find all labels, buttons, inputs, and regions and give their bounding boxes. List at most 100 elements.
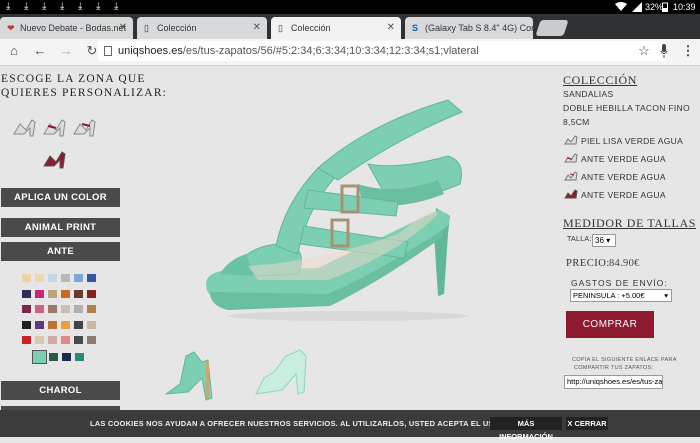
color-swatch[interactable]	[87, 305, 96, 313]
download-icon: ⤓	[78, 1, 83, 12]
size-guide-link[interactable]: MEDIDOR DE TALLAS	[563, 216, 696, 231]
shipping-select[interactable]: PENINSULA : +5.00€ ▾	[570, 289, 672, 302]
charol-button[interactable]: CHAROL	[1, 381, 120, 400]
browser-toolbar: ⌂ ← → ↻ uniqshoes.es/es/tus-zapatos/56/#…	[0, 39, 700, 66]
download-icon: ⤓	[60, 1, 65, 12]
color-swatch[interactable]	[61, 289, 70, 298]
shoe-icon	[564, 153, 578, 163]
color-swatch[interactable]	[22, 305, 31, 313]
color-swatch[interactable]	[48, 289, 57, 298]
close-cookie-button[interactable]: X CERRAR	[566, 417, 608, 430]
clock: 10:39	[673, 2, 696, 12]
product-heel-height: 8,5CM	[563, 117, 590, 127]
color-swatch[interactable]	[61, 336, 70, 344]
shoe-view-thumbnail[interactable]	[252, 344, 314, 402]
browser-tab[interactable]: ❤ Nuevo Debate - Bodas.net ✕	[0, 17, 133, 39]
more-info-button[interactable]: MÁS INFORMACIÓN	[490, 417, 562, 441]
color-swatch[interactable]	[22, 289, 31, 298]
web-page: ESCOGE LA ZONA QUE QUIERES PERSONALIZAR:…	[0, 66, 700, 437]
product-name: DOBLE HEBILLA TACON FINO	[563, 103, 690, 113]
color-swatch[interactable]	[35, 336, 44, 344]
color-swatch[interactable]	[48, 305, 57, 313]
share-instruction: COPIA EL SIGUIENTE ENLACE PARA	[572, 357, 677, 363]
back-icon[interactable]: ←	[32, 43, 48, 59]
microphone-icon[interactable]	[660, 44, 668, 58]
material-item: ANTE VERDE AGUA	[581, 190, 666, 200]
customizer-heading: ESCOGE LA ZONA QUE QUIERES PERSONALIZAR:	[1, 73, 168, 99]
color-swatch[interactable]	[74, 274, 83, 282]
material-item: ANTE VERDE AGUA	[581, 172, 666, 182]
menu-icon[interactable]: ⋮	[680, 43, 696, 59]
samsung-icon: S	[412, 23, 419, 33]
color-swatch[interactable]	[48, 336, 57, 344]
color-swatch[interactable]	[87, 320, 96, 329]
zone-thumbnail[interactable]	[12, 116, 38, 140]
forward-icon[interactable]: →	[58, 43, 74, 59]
color-swatch[interactable]	[87, 289, 96, 298]
cookie-banner: LAS COOKIES NOS AYUDAN A OFRECER NUESTRO…	[0, 410, 700, 441]
zone-thumbnail[interactable]	[72, 116, 98, 140]
size-label: TALLA:	[567, 236, 592, 243]
color-swatch[interactable]	[48, 320, 57, 329]
status-bar: ⤓ ⤓ ⤓ ⤓ ⤓ ⤓ ⤓ 32% 10:39	[0, 0, 700, 14]
tab-title: Colección	[291, 23, 331, 33]
download-icon: ⤓	[96, 1, 101, 12]
url-text[interactable]: uniqshoes.es/es/tus-zapatos/56/#5:2:34;6…	[118, 44, 479, 58]
shoe-view-thumbnail[interactable]	[162, 342, 218, 404]
battery-percent: 32%	[645, 2, 664, 12]
color-swatch[interactable]	[35, 274, 44, 282]
collection-heading[interactable]: COLECCIÓN	[563, 73, 637, 88]
close-icon[interactable]: ✕	[253, 17, 261, 39]
color-swatch[interactable]	[62, 353, 71, 361]
color-swatch[interactable]	[74, 336, 83, 344]
color-swatch[interactable]	[22, 336, 31, 344]
tab-title: (Galaxy Tab S 8.4" 4G) Com	[425, 23, 533, 33]
color-swatch[interactable]	[35, 305, 44, 313]
color-swatch[interactable]	[22, 320, 31, 329]
ante-button[interactable]: ANTE	[1, 242, 120, 261]
color-swatch[interactable]	[22, 274, 31, 282]
wifi-icon	[615, 2, 627, 11]
heart-icon: ❤	[7, 23, 15, 33]
color-swatch[interactable]	[74, 289, 83, 298]
apply-color-button[interactable]: APLICA UN COLOR	[1, 188, 120, 207]
animal-print-button[interactable]: ANIMAL PRINT	[1, 218, 120, 237]
color-swatch[interactable]	[74, 320, 83, 329]
color-swatch[interactable]	[61, 305, 70, 313]
color-swatch[interactable]	[74, 305, 83, 313]
star-icon[interactable]: ☆	[636, 43, 652, 59]
browser-tab[interactable]: ▯ Colección ✕	[137, 17, 267, 39]
close-icon[interactable]: ✕	[387, 17, 395, 39]
tab-title: Nuevo Debate - Bodas.net	[20, 23, 127, 33]
color-swatch[interactable]	[48, 274, 57, 282]
share-instruction: COMPARTIR TUS ZAPATOS:	[574, 365, 654, 371]
download-icon: ⤓	[42, 1, 47, 12]
home-icon[interactable]: ⌂	[6, 43, 22, 59]
price-value: 84.90€	[609, 258, 640, 269]
color-swatch[interactable]	[75, 353, 84, 361]
size-select[interactable]: 36 ▾	[592, 234, 616, 247]
shoe-icon	[564, 189, 578, 199]
signal-icon	[632, 2, 642, 12]
tab-title: Colección	[157, 23, 197, 33]
address-bar[interactable]: uniqshoes.es/es/tus-zapatos/56/#5:2:34;6…	[98, 41, 666, 61]
color-swatch-selected[interactable]	[32, 350, 47, 364]
color-swatch[interactable]	[49, 353, 58, 361]
share-link-field[interactable]: http://uniqshoes.es/es/tus-zap	[564, 375, 663, 389]
shipping-label: GASTOS DE ENVÍO:	[571, 278, 668, 288]
buy-button[interactable]: COMPRAR	[566, 311, 654, 338]
tab-strip: ❤ Nuevo Debate - Bodas.net ✕ ▯ Colección…	[0, 14, 700, 39]
color-swatch[interactable]	[61, 320, 70, 329]
color-swatch[interactable]	[87, 336, 96, 344]
zone-thumbnail-selected[interactable]	[42, 148, 68, 172]
price-label: PRECIO:	[566, 258, 610, 269]
color-swatch[interactable]	[87, 274, 96, 282]
color-swatch[interactable]	[35, 289, 44, 298]
zone-thumbnail[interactable]	[42, 116, 68, 140]
browser-tab-active[interactable]: ▯ Colección ✕	[271, 17, 401, 39]
browser-tab[interactable]: S (Galaxy Tab S 8.4" 4G) Com	[405, 17, 533, 39]
color-swatch[interactable]	[61, 274, 70, 282]
close-icon[interactable]: ✕	[119, 17, 127, 39]
new-tab-button[interactable]	[535, 20, 569, 36]
color-swatch[interactable]	[35, 320, 44, 329]
